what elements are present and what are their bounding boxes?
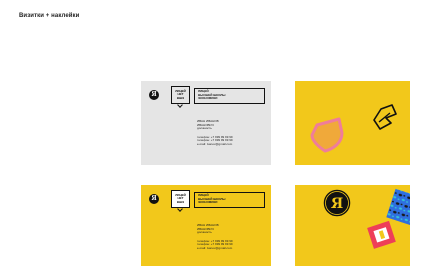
contact-line: e-mail: ivanov@gmail.com — [197, 141, 233, 146]
monogram-letter: Я — [331, 196, 343, 212]
contact-line: e-mail: ivanov@gmail.com — [197, 245, 233, 250]
logo-icon: Я — [149, 90, 159, 100]
sticker-tile-1 — [295, 81, 410, 165]
business-card-yellow: Я ЛИЦЕЙ НЕТ ВШЭ ЛИЦЕЙ ВЫСШЕЙ ШКОЛЫ ЭКОНО… — [141, 185, 271, 266]
shield-sticker-icon — [310, 117, 344, 153]
stamp-line: ВШЭ — [176, 199, 185, 204]
business-card-gray: Я ЛИЦЕЙ НЕТ ВШЭ ЛИЦЕЙ ВЫСШЕЙ ШКОЛЫ ЭКОНО… — [141, 81, 271, 165]
arrow-sticker-icon — [373, 104, 397, 130]
leopard-sticker-icon — [386, 188, 410, 226]
page-title: Визитки + наклейки — [19, 13, 80, 19]
org-line: ЭКОНОМИКИ — [198, 200, 218, 205]
sticker-art — [310, 104, 397, 153]
org-box: ЛИЦЕЙ ВЫСШЕЙ ШКОЛЫ ЭКОНОМИКИ — [194, 192, 265, 208]
logo-icon: Я — [149, 194, 159, 204]
person-info: ИВАН ИВАНОВ ИВАНОВИЧ должность телефон: … — [197, 119, 267, 147]
frame-sticker-icon — [367, 220, 396, 249]
stamp-box: ЛИЦЕЙ НЕТ ВШЭ — [171, 190, 190, 208]
stamp-line: ВШЭ — [176, 95, 185, 100]
sticker-art: Я — [322, 188, 410, 249]
org-box: ЛИЦЕЙ ВЫСШЕЙ ШКОЛЫ ЭКОНОМИКИ — [194, 88, 265, 104]
org-line: ЭКОНОМИКИ — [198, 96, 218, 101]
stamp-box: ЛИЦЕЙ НЕТ ВШЭ — [171, 86, 190, 104]
sticker-tile-2: Я — [295, 185, 410, 266]
person-info: ИВАН ИВАНОВ ИВАНОВИЧ должность телефон: … — [197, 223, 267, 251]
